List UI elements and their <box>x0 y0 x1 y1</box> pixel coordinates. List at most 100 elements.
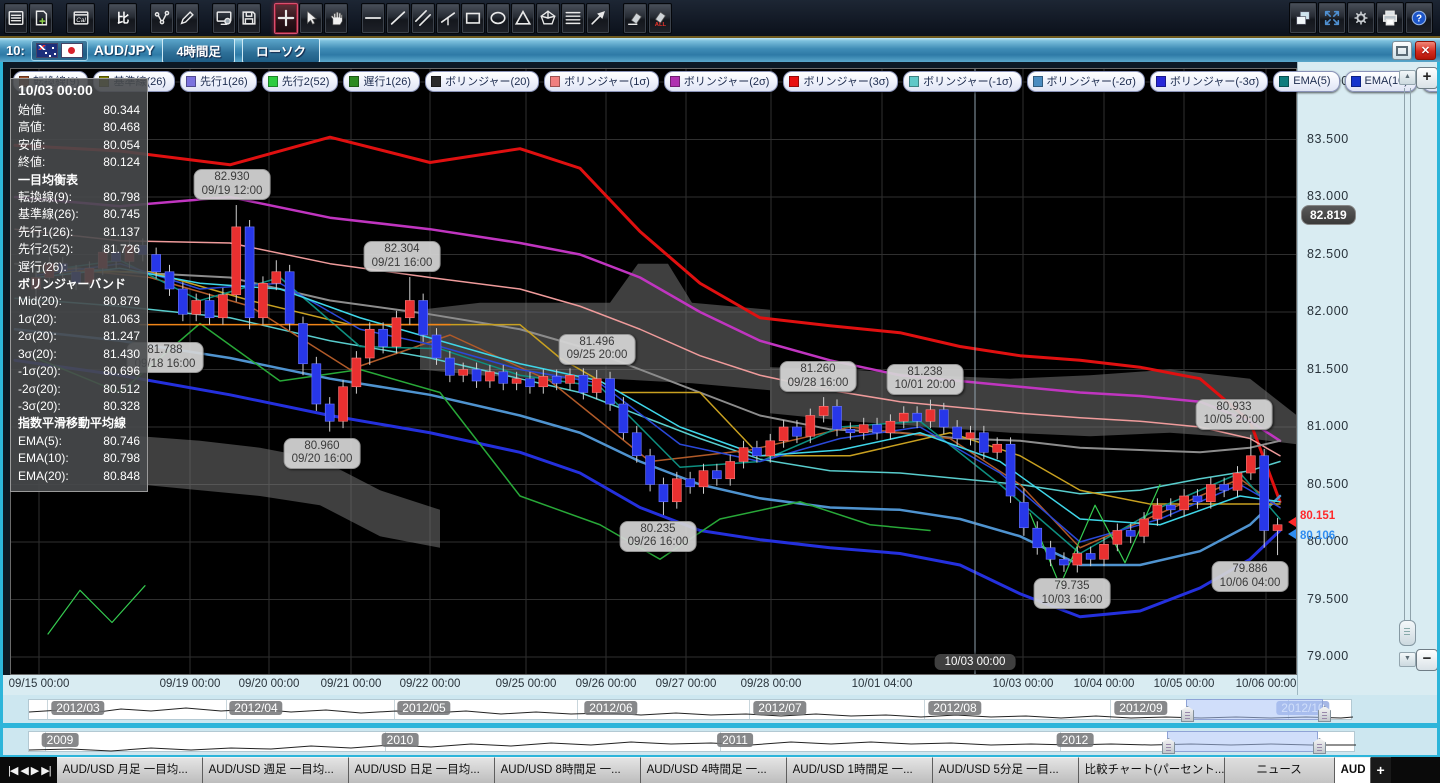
tab-nav-button-0[interactable]: |◀ <box>8 764 17 777</box>
trend-line-tool-button[interactable] <box>386 3 410 34</box>
price-scrollbar-track[interactable] <box>1404 88 1411 646</box>
monitor-settings-tool-button[interactable] <box>212 3 236 34</box>
navigator-period-badge: 2012/09 <box>1114 701 1167 715</box>
legend-toggle[interactable]: ボリンジャー(1σ) <box>544 71 659 92</box>
ellipse-tool-button[interactable] <box>486 3 510 34</box>
tooltip-row: 転換線(9):80.798 <box>18 189 140 206</box>
chart-tab[interactable]: 比較チャート(パーセント... <box>1079 757 1225 783</box>
chart-tab[interactable]: AUD/USD 5分足 一目... <box>933 757 1079 783</box>
navigator-selection[interactable] <box>1167 731 1318 752</box>
scroll-up-button[interactable]: ▲ <box>1399 70 1416 85</box>
tooltip-row: 指数平滑移動平均線 <box>18 415 140 432</box>
triangle-tool-button[interactable] <box>511 3 535 34</box>
zoom-out-button[interactable]: − <box>1416 649 1438 671</box>
legend-toggle[interactable]: EMA(5) <box>1273 71 1339 92</box>
time-axis-label: 09/25 00:00 <box>496 678 557 690</box>
legend-label: ボリンジャー(3σ) <box>803 73 889 89</box>
cursor-tool-button[interactable] <box>299 3 323 34</box>
expand-button[interactable] <box>1318 2 1346 34</box>
legend-toggle[interactable]: 遅行1(26) <box>343 71 420 92</box>
tooltip-row: -1σ(20):80.696 <box>18 363 140 380</box>
close-button[interactable]: ✕ <box>1415 41 1436 60</box>
navigator-period-badge: 2012/04 <box>229 701 282 715</box>
chart-tab[interactable]: AUD/USD 1時間足 一... <box>787 757 933 783</box>
pencil-tool-button[interactable] <box>175 3 199 34</box>
tooltip-row: Mid(20):80.879 <box>18 293 140 310</box>
chart-tab[interactable]: AUD/USD 4時間足 一... <box>641 757 787 783</box>
toolbar-left: Cal 比 ALL <box>0 3 673 34</box>
time-axis-label: 09/15 00:00 <box>9 678 70 690</box>
window-border-left <box>0 62 3 755</box>
legend-toggle[interactable]: ボリンジャー(-2σ) <box>1027 71 1145 92</box>
save-tool-button[interactable] <box>237 3 261 34</box>
price-axis-label: 79.500 <box>1307 592 1349 606</box>
chart-window-titlebar[interactable]: 10: AUD/JPY 4時間足 ローソク ✕ <box>0 38 1440 62</box>
add-chart-button[interactable]: + <box>1371 757 1391 783</box>
arrow-tool-button[interactable] <box>586 3 610 34</box>
chart-tab[interactable]: AUD/USD 8時間足 一... <box>495 757 641 783</box>
rectangle-tool-button[interactable] <box>461 3 485 34</box>
horizontal-line-tool-button[interactable] <box>361 3 385 34</box>
navigator-monthly[interactable]: 2012/032012/042012/052012/062012/072012/… <box>0 695 1440 723</box>
tooltip-row: -3σ(20):80.328 <box>18 398 140 415</box>
chart-tab[interactable]: AUD/USD 月足 一目均... <box>57 757 203 783</box>
tab-nav-button-3[interactable]: ▶| <box>41 764 50 777</box>
time-axis[interactable]: 09/15 00:0009/19 00:0009/20 00:0009/21 0… <box>0 675 1297 695</box>
pentagon-tool-button[interactable] <box>536 3 560 34</box>
crosshair-tool-button[interactable] <box>274 3 298 34</box>
tab-nav-button-1[interactable]: ◀ <box>20 764 27 777</box>
gear-button[interactable] <box>1347 2 1375 34</box>
tab-nav-button-2[interactable]: ▶ <box>31 764 38 777</box>
time-axis-label: 09/20 00:00 <box>239 678 300 690</box>
chart-style-tab[interactable]: ローソク <box>242 38 320 63</box>
legend-toggle[interactable]: ボリンジャー(20) <box>425 71 539 92</box>
time-axis-label: 09/26 00:00 <box>576 678 637 690</box>
price-scrollbar-thumb[interactable] <box>1399 620 1416 646</box>
list-tool-button[interactable] <box>4 3 28 34</box>
tooltip-row: 1σ(20):81.063 <box>18 311 140 328</box>
fib-lines-tool-button[interactable] <box>561 3 585 34</box>
help-button[interactable]: ? <box>1405 2 1433 34</box>
timeframe-tab[interactable]: 4時間足 <box>162 38 234 63</box>
ray-line-tool-button[interactable] <box>436 3 460 34</box>
navigator-selection[interactable] <box>1186 699 1323 720</box>
legend-toggle[interactable]: ボリンジャー(-1σ) <box>903 71 1021 92</box>
hand-tool-button[interactable] <box>324 3 348 34</box>
minimize-button[interactable] <box>1392 41 1412 60</box>
navigator-track[interactable] <box>28 731 1355 752</box>
legend-toggle[interactable]: 先行1(26) <box>180 71 257 92</box>
node-graph-tool-button[interactable] <box>150 3 174 34</box>
candlestick-chart-canvas[interactable] <box>10 68 1297 675</box>
windows-button[interactable] <box>1289 2 1317 34</box>
chart-tab[interactable]: AUD <box>1335 757 1371 783</box>
chart-tab[interactable]: AUD/USD 週足 一目均... <box>203 757 349 783</box>
printer-button[interactable] <box>1376 2 1404 34</box>
compare-tool-button[interactable]: 比 <box>108 3 137 34</box>
zoom-in-button[interactable]: + <box>1416 67 1438 89</box>
scroll-down-button[interactable]: ▼ <box>1399 652 1416 667</box>
eraser-all-tool-button[interactable]: ALL <box>648 3 672 34</box>
chart-tab[interactable]: ニュース <box>1225 757 1335 783</box>
legend-toggle[interactable]: 先行2(52) <box>262 71 339 92</box>
calendar-tool-button[interactable]: Cal <box>66 3 95 34</box>
tab-scroll-buttons: |◀◀ ▶▶| <box>0 757 57 783</box>
window-number-label: 10: <box>6 43 25 58</box>
legend-toggle[interactable]: ボリンジャー(-3σ) <box>1150 71 1268 92</box>
chart-tab[interactable]: AUD/USD 日足 一目均... <box>349 757 495 783</box>
time-axis-label: 10/05 00:00 <box>1154 678 1215 690</box>
time-axis-label: 09/27 00:00 <box>656 678 717 690</box>
eraser-tool-button[interactable] <box>623 3 647 34</box>
legend-toggle[interactable]: ボリンジャー(2σ) <box>664 71 779 92</box>
crosshair-time-badge: 10/03 00:00 <box>935 654 1016 670</box>
price-axis[interactable]: 84.00083.50083.00082.50082.00081.50081.0… <box>1297 62 1438 695</box>
tooltip-date: 10/03 00:00 <box>18 82 140 98</box>
tooltip-row: 高値:80.468 <box>18 119 140 136</box>
price-axis-label: 82.000 <box>1307 304 1349 318</box>
parallel-lines-tool-button[interactable] <box>411 3 435 34</box>
legend-swatch <box>349 76 359 87</box>
navigator-yearly[interactable]: 2009201020112012 <box>0 728 1440 755</box>
file-add-tool-button[interactable] <box>29 3 53 34</box>
tooltip-row: ボリンジャーバンド <box>18 276 140 293</box>
legend-toggle[interactable]: ボリンジャー(3σ) <box>783 71 898 92</box>
time-axis-label: 09/22 00:00 <box>400 678 461 690</box>
